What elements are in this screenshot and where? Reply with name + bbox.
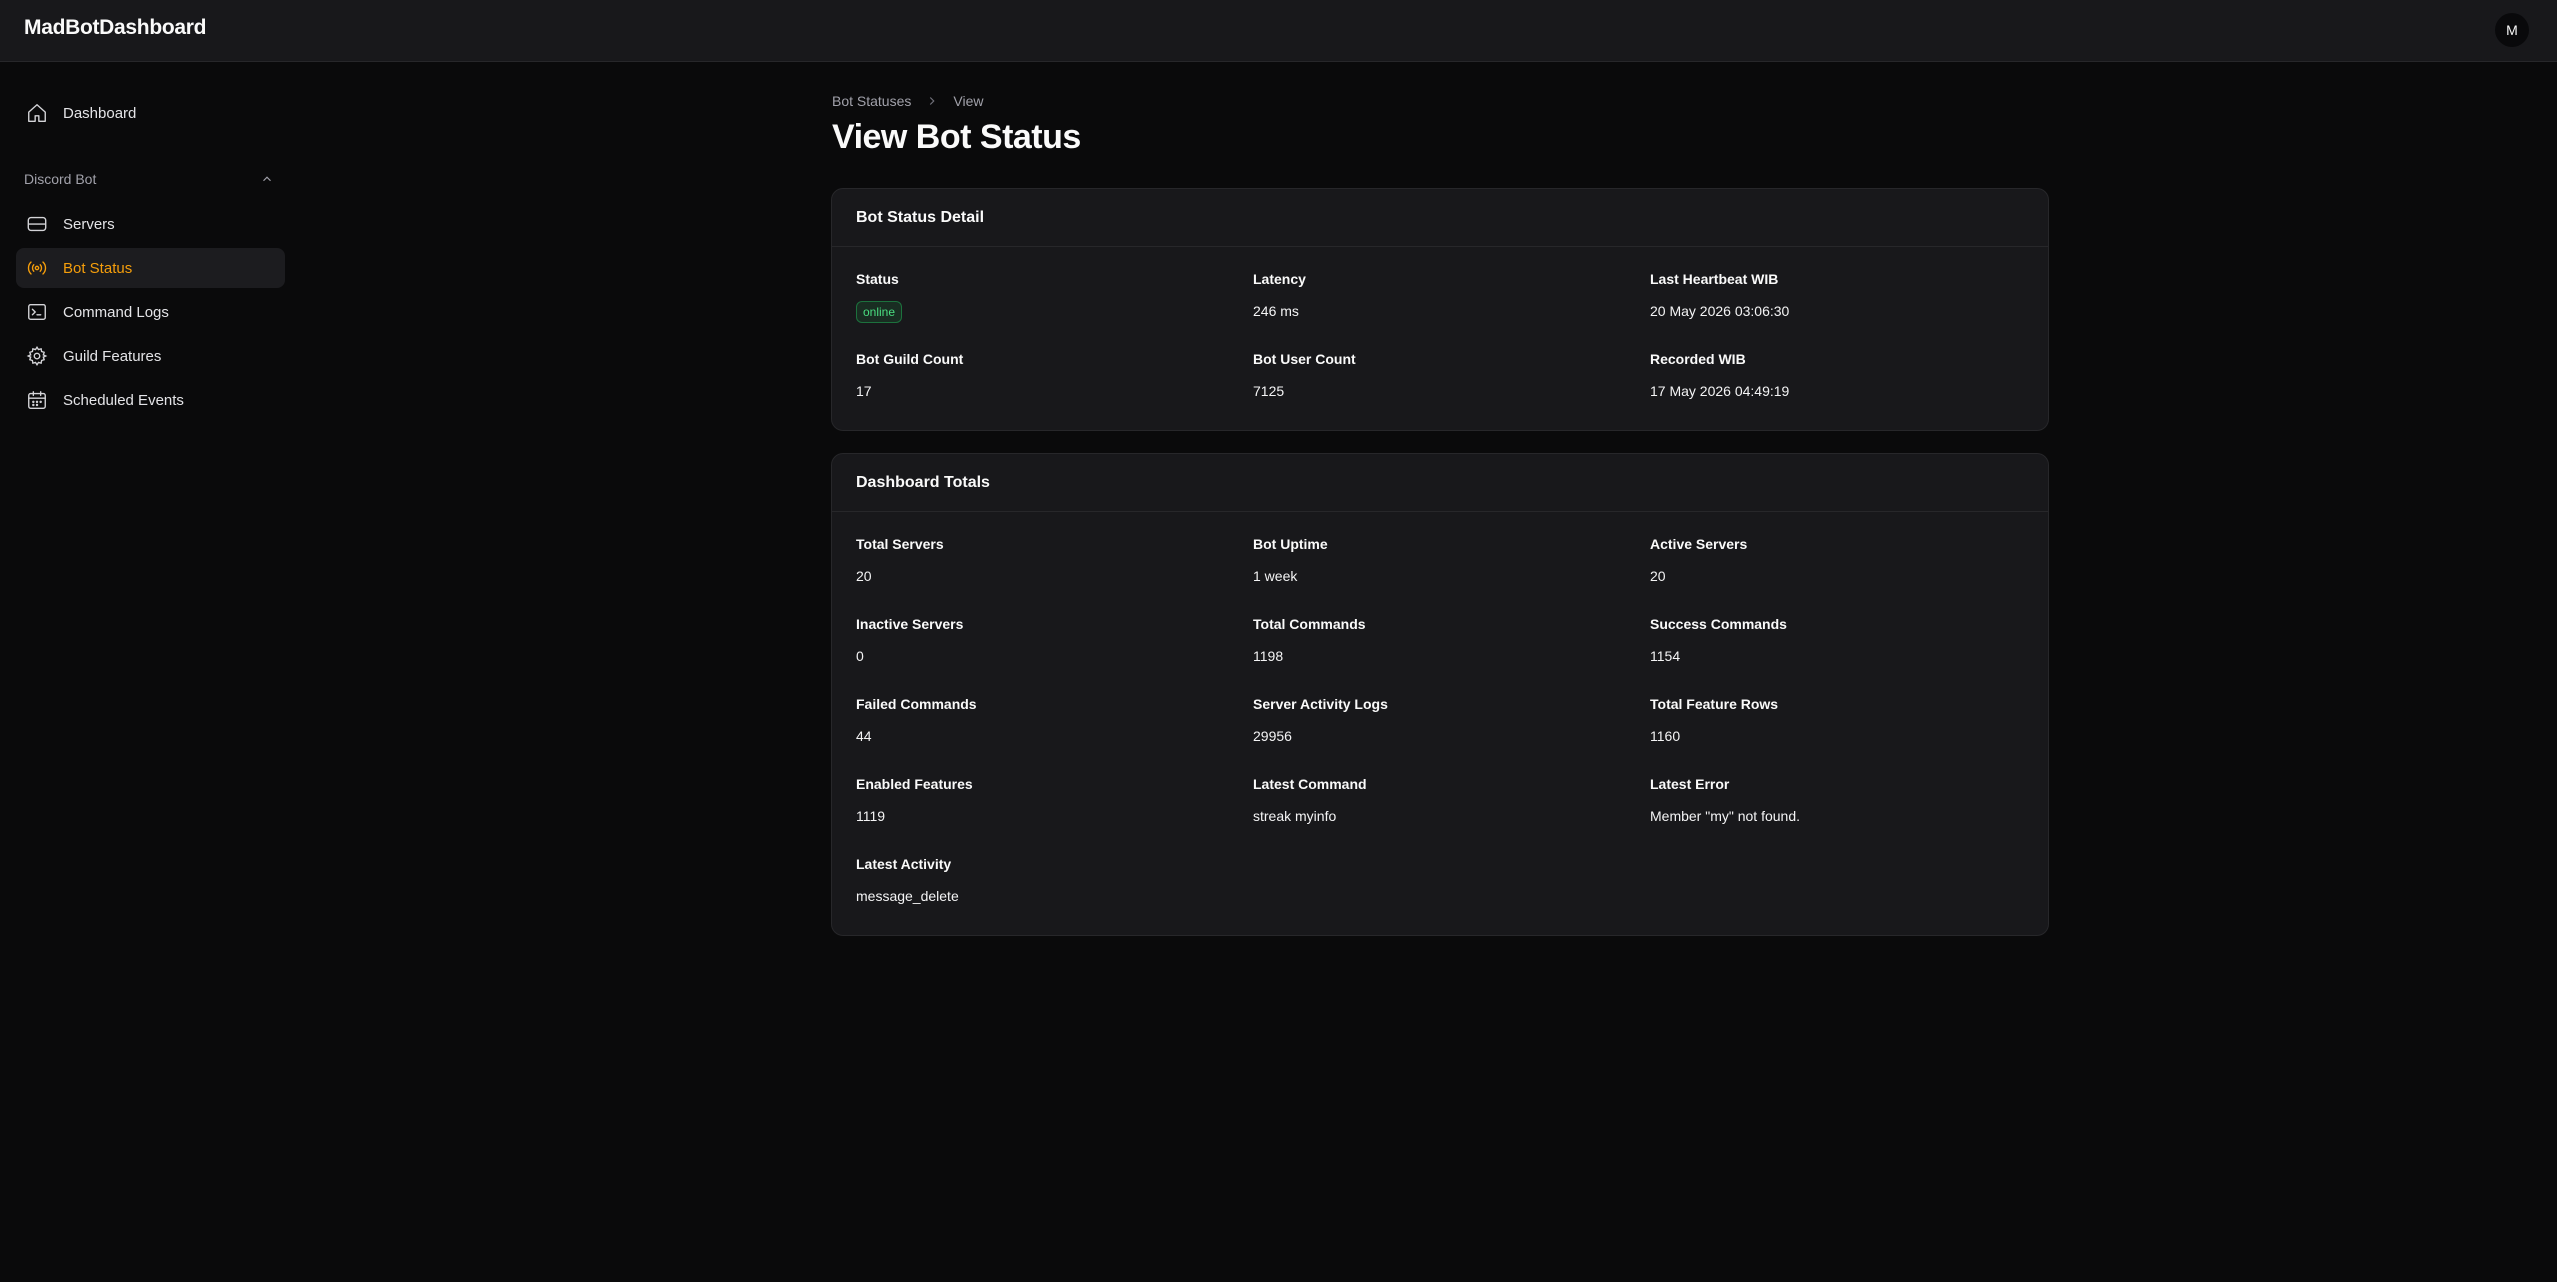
field-label: Total Commands — [1253, 616, 1366, 632]
chevron-up-icon — [263, 176, 271, 182]
breadcrumb-link-bot-statuses[interactable]: Bot Statuses — [832, 93, 911, 109]
card-title: Dashboard Totals — [832, 454, 2048, 512]
field-label: Success Commands — [1650, 616, 1787, 632]
field-label: Bot Uptime — [1253, 536, 1328, 552]
field-latest-error: Latest Error Member "my" not found. — [1650, 776, 2047, 856]
status-badge: online — [856, 301, 903, 323]
field-value: 0 — [856, 648, 864, 664]
sidebar-item-guild-features[interactable]: Guild Features — [16, 336, 285, 376]
field-label: Latest Error — [1650, 776, 1730, 792]
field-label: Inactive Servers — [856, 616, 964, 632]
field-value: streak myinfo — [1253, 808, 1337, 824]
bot-status-detail-card: Bot Status Detail Status online Latency … — [831, 188, 2049, 431]
calendar-icon — [26, 389, 48, 411]
field-last-heartbeat: Last Heartbeat WIB 20 May 2026 03:06:30 — [1650, 271, 2047, 351]
field-bot-guild-count: Bot Guild Count 17 — [856, 351, 1253, 431]
field-label: Enabled Features — [856, 776, 973, 792]
sidebar-item-servers[interactable]: Servers — [16, 204, 285, 244]
field-label: Total Feature Rows — [1650, 696, 1779, 712]
sidebar-group-label: Discord Bot — [24, 171, 97, 187]
field-value: 7125 — [1253, 383, 1285, 399]
sidebar-item-label: Scheduled Events — [63, 391, 184, 409]
sidebar-item-bot-status[interactable]: Bot Status — [16, 248, 285, 288]
sidebar-item-command-logs[interactable]: Command Logs — [16, 292, 285, 332]
sidebar-item-label: Servers — [63, 215, 115, 233]
field-value: 1 week — [1253, 568, 1298, 584]
field-latency: Latency 246 ms — [1253, 271, 1650, 351]
user-avatar[interactable]: M — [2495, 13, 2529, 47]
field-value: 17 — [856, 383, 872, 399]
field-value: 17 May 2026 04:49:19 — [1650, 383, 1790, 399]
field-enabled-features: Enabled Features 1119 — [856, 776, 1253, 856]
sidebar-item-label: Guild Features — [63, 347, 162, 365]
terminal-icon — [26, 301, 48, 323]
field-total-commands: Total Commands 1198 — [1253, 616, 1650, 696]
top-bar: MadBotDashboard M — [0, 0, 2557, 62]
dashboard-totals-card: Dashboard Totals Total Servers 20 Bot Upti… — [831, 453, 2049, 936]
broadcast-icon — [26, 257, 48, 279]
field-total-feature-rows: Total Feature Rows 1160 — [1650, 696, 2047, 776]
sidebar-item-dashboard[interactable]: Dashboard — [16, 93, 285, 133]
field-inactive-servers: Inactive Servers 0 — [856, 616, 1253, 696]
field-value: 20 May 2026 03:06:30 — [1650, 303, 1790, 319]
field-latest-activity: Latest Activity message_delete — [856, 856, 1253, 936]
sidebar-item-label: Bot Status — [63, 259, 133, 277]
field-value: 1198 — [1253, 648, 1284, 664]
field-status: Status online — [856, 271, 1253, 351]
sidebar-item-label: Command Logs — [63, 303, 169, 321]
chevron-right-icon — [925, 94, 939, 108]
field-label: Latency — [1253, 271, 1306, 287]
field-label: Latest Activity — [856, 856, 952, 872]
breadcrumb: Bot Statuses View — [832, 93, 983, 109]
sidebar-item-scheduled-events[interactable]: Scheduled Events — [16, 380, 285, 420]
field-recorded: Recorded WIB 17 May 2026 04:49:19 — [1650, 351, 2047, 431]
field-value: 246 ms — [1253, 303, 1299, 319]
field-value: 1154 — [1650, 648, 1681, 664]
field-value: 20 — [856, 568, 872, 584]
page-title: View Bot Status — [832, 118, 1081, 156]
totals-grid: Total Servers 20 Bot Uptime 1 week Active Se… — [832, 512, 2048, 936]
brand-logo[interactable]: MadBotDashboard — [24, 16, 206, 40]
field-success-commands: Success Commands 1154 — [1650, 616, 2047, 696]
field-value: 20 — [1650, 568, 1666, 584]
card-title: Bot Status Detail — [832, 189, 2048, 247]
field-label: Recorded WIB — [1650, 351, 1746, 367]
field-value: 29956 — [1253, 728, 1292, 744]
field-value: 1160 — [1650, 728, 1681, 744]
field-value: 1119 — [856, 808, 886, 824]
gear-icon — [26, 345, 48, 367]
field-server-activity-logs: Server Activity Logs 29956 — [1253, 696, 1650, 776]
field-failed-commands: Failed Commands 44 — [856, 696, 1253, 776]
field-total-servers: Total Servers 20 — [856, 536, 1253, 616]
field-label: Active Servers — [1650, 536, 1748, 552]
sidebar-group-discord-bot[interactable]: Discord Bot — [24, 171, 274, 187]
field-label: Total Servers — [856, 536, 944, 552]
field-label: Last Heartbeat WIB — [1650, 271, 1779, 287]
field-value: message_delete — [856, 888, 959, 904]
breadcrumb-current: View — [953, 93, 984, 109]
field-bot-uptime: Bot Uptime 1 week — [1253, 536, 1650, 616]
field-bot-user-count: Bot User Count 7125 — [1253, 351, 1650, 431]
field-value: Member "my" not found. — [1650, 808, 1801, 824]
field-latest-command: Latest Command streak myinfo — [1253, 776, 1650, 856]
field-label: Bot Guild Count — [856, 351, 964, 367]
field-label: Server Activity Logs — [1253, 696, 1388, 712]
sidebar-item-label: Dashboard — [63, 104, 137, 122]
home-icon — [26, 102, 48, 124]
field-label: Status — [856, 271, 899, 287]
field-active-servers: Active Servers 20 — [1650, 536, 2047, 616]
field-value: 44 — [856, 728, 872, 744]
field-label: Failed Commands — [856, 696, 977, 712]
field-label: Bot User Count — [1253, 351, 1356, 367]
field-label: Latest Command — [1253, 776, 1367, 792]
server-icon — [26, 213, 48, 235]
